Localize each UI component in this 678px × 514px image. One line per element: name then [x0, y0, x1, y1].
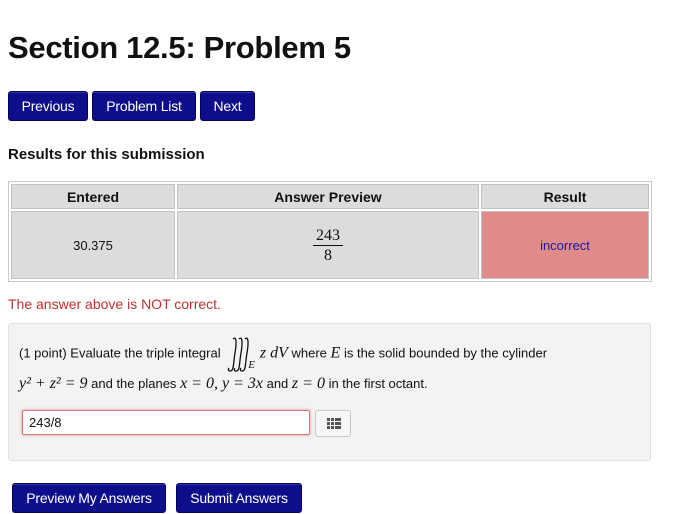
- problem-intro: (1 point) Evaluate the triple integral: [19, 345, 221, 361]
- previous-button[interactable]: Previous: [8, 91, 88, 121]
- text-planes: and the planes: [91, 376, 177, 391]
- preview-answers-button[interactable]: Preview My Answers: [12, 483, 166, 513]
- z-equation: z = 0: [291, 375, 325, 392]
- preview-numerator: 243: [313, 226, 343, 246]
- problem-box: (1 point) Evaluate the triple integral E…: [8, 323, 651, 461]
- text-solid: is the solid bounded by the cylinder: [343, 345, 548, 361]
- results-table: Entered Answer Preview Result 30.375 243…: [8, 181, 652, 282]
- page-title: Section 12.5: Problem 5: [8, 30, 351, 65]
- integrand: z dV: [259, 344, 288, 362]
- equation-palette-button[interactable]: [315, 410, 351, 437]
- table-row: 30.375 243 8 incorrect: [11, 211, 649, 279]
- entered-value: 30.375: [11, 211, 175, 279]
- answer-preview: 243 8: [177, 211, 479, 279]
- keypad-grid-icon: [327, 418, 341, 429]
- text-and: and: [266, 376, 289, 391]
- text-where: where: [291, 345, 327, 361]
- region-E: E: [330, 344, 341, 362]
- problem-list-button[interactable]: Problem List: [92, 91, 196, 121]
- planes-equation: x = 0, y = 3x: [180, 375, 263, 392]
- result-status: incorrect: [481, 211, 649, 279]
- table-header-row: Entered Answer Preview Result: [11, 184, 649, 209]
- answer-input[interactable]: [22, 410, 310, 435]
- text-octant: in the first octant.: [328, 376, 428, 391]
- problem-line-2: y² + z² = 9 and the planes x = 0, y = 3x…: [19, 375, 428, 393]
- col-entered: Entered: [11, 184, 175, 209]
- cylinder-equation: y² + z² = 9: [19, 375, 88, 392]
- col-answer-preview: Answer Preview: [177, 184, 479, 209]
- col-result: Result: [481, 184, 649, 209]
- preview-denominator: 8: [324, 246, 332, 264]
- results-heading: Results for this submission: [8, 146, 205, 163]
- problem-line-1: (1 point) Evaluate the triple integral E…: [19, 337, 548, 372]
- triple-integral-icon: E: [224, 337, 256, 372]
- next-button[interactable]: Next: [200, 91, 255, 121]
- region-subscript: E: [248, 359, 255, 371]
- submit-answers-button[interactable]: Submit Answers: [176, 483, 302, 513]
- preview-fraction: 243 8: [313, 226, 343, 265]
- incorrect-message: The answer above is NOT correct.: [8, 296, 221, 312]
